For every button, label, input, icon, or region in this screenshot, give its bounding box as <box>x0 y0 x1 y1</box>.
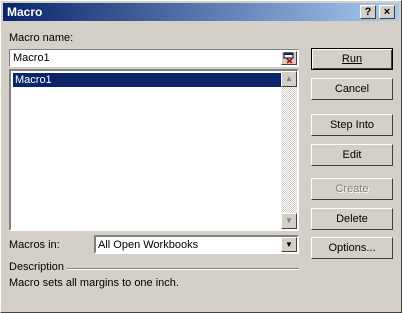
description-divider <box>67 268 299 270</box>
macros-in-value: All Open Workbooks <box>98 239 199 251</box>
macro-list[interactable]: Macro1 ▲ ▼ <box>9 69 299 231</box>
list-item[interactable]: Macro1 <box>13 73 281 87</box>
step-into-button[interactable]: Step Into <box>311 114 393 136</box>
dropdown-arrow-icon[interactable]: ▼ <box>281 237 297 252</box>
description-text: Macro sets all margins to one inch. <box>9 277 179 289</box>
macro-dialog: Macro ? × Macro name: Macro1 Macro1 ▲ ▼ … <box>0 0 402 313</box>
collapse-dialog-button[interactable] <box>281 51 297 65</box>
scroll-down-button[interactable]: ▼ <box>281 213 297 229</box>
macro-name-value: Macro1 <box>13 52 50 64</box>
macros-in-label: Macros in: <box>9 239 60 251</box>
scroll-up-arrow-icon: ▲ <box>285 74 293 83</box>
options-button[interactable]: Options... <box>311 237 393 259</box>
scroll-down-arrow-icon: ▼ <box>285 216 293 225</box>
window-title: Macro <box>7 5 43 19</box>
macro-name-input[interactable]: Macro1 <box>9 49 299 67</box>
edit-button[interactable]: Edit <box>311 144 393 166</box>
cancel-button[interactable]: Cancel <box>311 78 393 100</box>
macro-name-label: Macro name: <box>9 32 74 44</box>
run-button[interactable]: Run <box>311 48 393 70</box>
create-button[interactable]: Create <box>311 178 393 200</box>
help-button[interactable]: ? <box>360 5 376 19</box>
macros-in-select[interactable]: All Open Workbooks ▼ <box>94 235 299 254</box>
close-button[interactable]: × <box>379 5 395 19</box>
title-bar[interactable]: Macro ? × <box>3 3 399 21</box>
collapse-dialog-icon <box>283 52 294 64</box>
scroll-up-button[interactable]: ▲ <box>281 71 297 87</box>
description-label: Description <box>9 261 65 273</box>
delete-button[interactable]: Delete <box>311 208 393 230</box>
vertical-scrollbar[interactable]: ▲ ▼ <box>281 71 297 229</box>
